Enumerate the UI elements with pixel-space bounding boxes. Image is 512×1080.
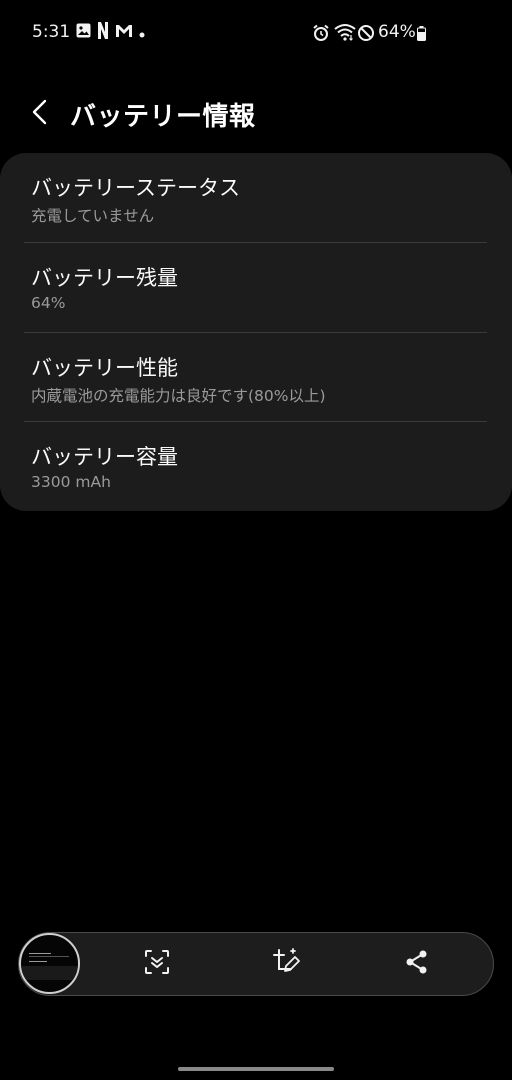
alarm-icon xyxy=(312,24,330,46)
status-time: 5:31 xyxy=(32,22,71,42)
list-item-battery-status[interactable]: バッテリーステータス 充電していません xyxy=(0,153,512,242)
thumbnail-detail xyxy=(29,961,47,962)
battery-percent: 64% xyxy=(378,22,416,42)
do-not-disturb-icon xyxy=(357,24,375,46)
screenshot-toolbar xyxy=(18,932,494,996)
screenshot-thumbnail[interactable] xyxy=(19,933,80,994)
item-title: バッテリー容量 xyxy=(31,445,178,469)
status-bar: 5:31 64% xyxy=(0,0,512,64)
item-title: バッテリー性能 xyxy=(31,356,178,380)
list-item-battery-performance[interactable]: バッテリー性能 内蔵電池の充電能力は良好です(80%以上) xyxy=(0,333,512,422)
list-item-battery-capacity[interactable]: バッテリー容量 3300 mAh xyxy=(0,422,512,511)
item-subtitle: 充電していません xyxy=(31,207,155,225)
scroll-capture-button[interactable] xyxy=(140,947,174,981)
thumbnail-detail xyxy=(21,966,78,980)
item-title: バッテリーステータス xyxy=(31,176,240,200)
edit-crop-icon xyxy=(271,947,301,981)
item-subtitle: 内蔵電池の充電能力は良好です(80%以上) xyxy=(31,387,326,405)
page-title: バッテリー情報 xyxy=(70,102,256,132)
wifi-icon xyxy=(334,23,356,45)
notification-icons xyxy=(76,21,145,43)
gmail-icon xyxy=(115,23,133,42)
battery-info-card: バッテリーステータス 充電していません バッテリー残量 64% バッテリー性能 … xyxy=(0,153,512,511)
dot-icon xyxy=(139,23,145,42)
thumbnail-detail xyxy=(29,956,69,957)
thumbnail-detail xyxy=(29,953,51,954)
home-indicator[interactable] xyxy=(178,1067,334,1071)
netflix-icon xyxy=(97,21,109,43)
list-item-battery-level[interactable]: バッテリー残量 64% xyxy=(0,243,512,332)
image-icon xyxy=(76,23,91,42)
item-subtitle: 64% xyxy=(31,294,66,312)
share-button[interactable] xyxy=(400,947,434,981)
edit-button[interactable] xyxy=(269,947,303,981)
item-subtitle: 3300 mAh xyxy=(31,473,111,491)
battery-icon xyxy=(417,26,426,45)
chevron-left-icon xyxy=(31,99,49,129)
scroll-capture-icon xyxy=(143,948,171,980)
back-button[interactable] xyxy=(22,96,58,132)
app-header: バッテリー情報 xyxy=(0,88,512,144)
item-title: バッテリー残量 xyxy=(31,266,178,290)
share-icon xyxy=(404,949,430,979)
